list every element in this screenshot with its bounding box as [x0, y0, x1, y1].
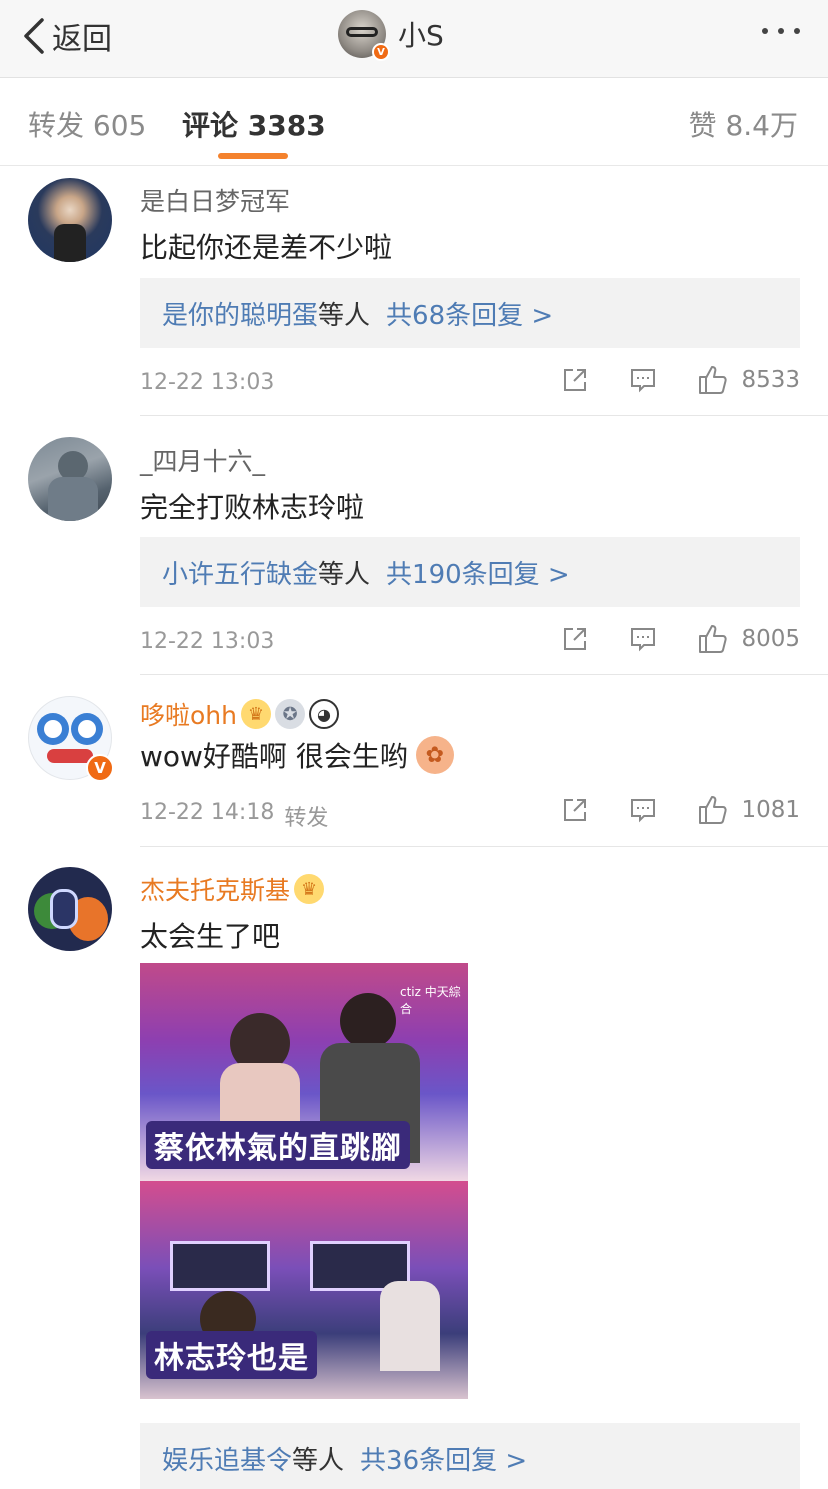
- comment-item: 是白日梦冠军 比起你还是差不少啦 是你的聪明蛋 等人 共68条回复 > 12-2…: [0, 166, 828, 416]
- reply-count-link[interactable]: 共68条回复 >: [386, 295, 553, 332]
- share-icon[interactable]: [561, 796, 589, 824]
- reply-summary[interactable]: 是你的聪明蛋 等人 共68条回复 >: [140, 278, 800, 348]
- page-title: 小S: [398, 19, 444, 52]
- timestamp: 12-22 14:18: [140, 800, 275, 825]
- back-label: 返回: [52, 22, 112, 57]
- reply-count-link[interactable]: 共36条回复 >: [360, 1440, 527, 1477]
- like-button[interactable]: 8533: [697, 364, 800, 396]
- reply-suffix: 等人: [292, 1445, 345, 1476]
- channel-tag: ctiz 中天綜合: [400, 985, 461, 1016]
- username-row: 杰夫托克斯基 ♛: [140, 871, 325, 907]
- comment-meta: 12-22 13:03: [140, 370, 274, 395]
- repost-link[interactable]: 转发: [284, 800, 328, 832]
- crown-icon[interactable]: ♛: [294, 874, 325, 904]
- avatar[interactable]: [28, 437, 112, 521]
- tab-bar: 转发 605 评论 3383 赞 8.4万: [0, 78, 828, 166]
- comment-text: wow好酷啊 很会生哟: [140, 740, 408, 773]
- avatar[interactable]: [28, 178, 112, 262]
- tab-like[interactable]: 赞 8.4万: [689, 104, 798, 144]
- reply-summary[interactable]: 娱乐追基令 等人 共36条回复 >: [140, 1423, 800, 1489]
- thumbs-up-icon: [699, 366, 728, 394]
- tab-repost[interactable]: 转发 605: [28, 104, 146, 144]
- like-count: 8533: [741, 367, 800, 393]
- tab-comment[interactable]: 评论 3383: [182, 104, 326, 144]
- reply-users[interactable]: 是你的聪明蛋: [162, 295, 318, 332]
- comment-item: 杰夫托克斯基 ♛ 太会生了吧 ctiz 中天綜合 蔡依林氣的直跳腳 林志玲也是 …: [0, 847, 828, 1489]
- comment-image[interactable]: ctiz 中天綜合 蔡依林氣的直跳腳 林志玲也是: [140, 963, 468, 1399]
- back-button[interactable]: 返回: [22, 14, 112, 58]
- thumbs-up-icon: [699, 625, 728, 653]
- comment-icon[interactable]: [629, 625, 657, 653]
- like-button[interactable]: 8005: [697, 623, 800, 655]
- comment-actions: 8005: [561, 623, 800, 655]
- verified-badge-icon: V: [372, 43, 390, 61]
- chevron-left-icon: [24, 18, 44, 54]
- avatar[interactable]: V: [28, 696, 114, 782]
- like-count: 1081: [741, 797, 800, 823]
- like-button[interactable]: 1081: [697, 794, 800, 826]
- image-caption-bottom: 林志玲也是: [146, 1331, 317, 1379]
- reply-summary[interactable]: 小许五行缺金 等人 共190条回复 >: [140, 537, 800, 607]
- verified-badge-icon: V: [86, 754, 114, 782]
- comment-item: _四月十六_ 完全打败林志玲啦 小许五行缺金 等人 共190条回复 > 12-2…: [0, 416, 828, 675]
- username[interactable]: 杰夫托克斯基: [140, 871, 290, 907]
- username-row: 哆啦ohh ♛ ✪ ◕: [140, 696, 339, 732]
- timestamp: 12-22 13:03: [140, 629, 275, 654]
- username[interactable]: 哆啦ohh: [140, 696, 237, 732]
- comment-actions: 1081: [561, 794, 800, 826]
- share-icon[interactable]: [561, 625, 589, 653]
- reply-users[interactable]: 小许五行缺金: [162, 554, 318, 591]
- comment-text: 太会生了吧: [140, 920, 281, 953]
- like-count: 8005: [741, 626, 800, 652]
- comment-actions: 8533: [561, 364, 800, 396]
- reply-users[interactable]: 娱乐追基令: [162, 1440, 292, 1477]
- comment-text-row: wow好酷啊 很会生哟 ✿: [140, 735, 454, 775]
- avatar[interactable]: [28, 867, 112, 951]
- image-caption-top: 蔡依林氣的直跳腳: [146, 1121, 410, 1169]
- thumbs-up-icon: [699, 796, 728, 824]
- timestamp: 12-22 13:03: [140, 370, 275, 395]
- comment-icon[interactable]: [629, 796, 657, 824]
- crown-icon[interactable]: ♛: [241, 699, 271, 729]
- active-tab-indicator: [218, 153, 288, 159]
- reply-suffix: 等人: [318, 559, 371, 590]
- medal-icon[interactable]: ✪: [275, 699, 305, 729]
- reply-suffix: 等人: [318, 300, 371, 331]
- comment-meta: 12-22 14:18 转发: [140, 800, 328, 832]
- username[interactable]: 是白日梦冠军: [140, 182, 290, 218]
- more-options-icon[interactable]: [762, 28, 800, 34]
- panda-icon[interactable]: ◕: [309, 699, 339, 729]
- top-nav-bar: 返回 V 小S: [0, 0, 828, 78]
- octopus-emoji-icon: ✿: [415, 736, 454, 774]
- comment-text: 比起你还是差不少啦: [140, 231, 393, 264]
- username[interactable]: _四月十六_: [140, 442, 265, 478]
- avatar[interactable]: V: [338, 10, 390, 61]
- share-icon[interactable]: [561, 366, 589, 394]
- reply-count-link[interactable]: 共190条回复 >: [386, 554, 570, 591]
- comment-text: 完全打败林志玲啦: [140, 491, 365, 524]
- comment-item: V 哆啦ohh ♛ ✪ ◕ wow好酷啊 很会生哟 ✿ 12-22 14:18 …: [0, 675, 828, 847]
- comment-meta: 12-22 13:03: [140, 629, 274, 654]
- nav-profile[interactable]: V 小S: [338, 10, 444, 61]
- comment-icon[interactable]: [629, 366, 657, 394]
